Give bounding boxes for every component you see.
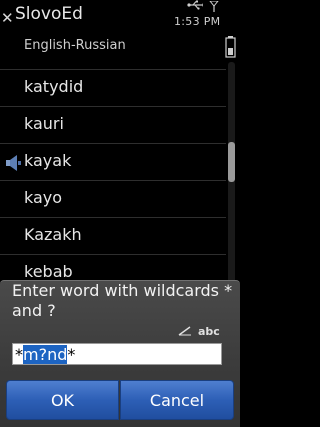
pen-icon: [178, 326, 191, 336]
list-item[interactable]: katydid: [0, 69, 226, 106]
speaker-icon[interactable]: [5, 155, 23, 171]
word-text: kayo: [24, 188, 63, 207]
title-bar: ✕ SlovoEd 1:53 PM: [0, 0, 240, 58]
word-text: katydid: [24, 77, 84, 96]
input-mode-label: abc: [198, 325, 220, 338]
list-item[interactable]: Kazakh: [0, 217, 226, 254]
wildcard-dialog: Enter word with wildcards * and ? abc *m…: [0, 280, 240, 427]
dictionary-label: English-Russian: [24, 38, 126, 53]
list-item[interactable]: kayak: [0, 143, 226, 180]
wildcard-input[interactable]: *m?nd*: [12, 343, 222, 365]
word-text: Kazakh: [24, 225, 82, 244]
list-item[interactable]: kayo: [0, 180, 226, 217]
usb-icon: [187, 0, 203, 10]
word-text: kauri: [24, 114, 64, 133]
scrollbar-thumb[interactable]: [228, 142, 235, 182]
input-prefix: *: [15, 345, 23, 364]
battery-icon: [225, 36, 236, 58]
input-selection: m?nd: [23, 345, 68, 364]
close-icon[interactable]: ✕: [1, 11, 14, 26]
dialog-prompt: Enter word with wildcards * and ?: [12, 281, 233, 320]
input-suffix: *: [67, 345, 76, 364]
clock: 1:53 PM: [174, 15, 221, 28]
antenna-icon: [209, 1, 219, 12]
cancel-button[interactable]: Cancel: [120, 380, 234, 420]
word-text: kebab: [24, 262, 73, 281]
list-item[interactable]: kauri: [0, 106, 226, 143]
word-text: kayak: [24, 151, 72, 170]
app-title: SlovoEd: [15, 4, 83, 24]
ok-button[interactable]: OK: [6, 380, 119, 420]
input-mode-indicator: abc: [178, 325, 222, 339]
word-list: katydid kauri kayak kayo Kazakh kebab: [0, 69, 226, 291]
